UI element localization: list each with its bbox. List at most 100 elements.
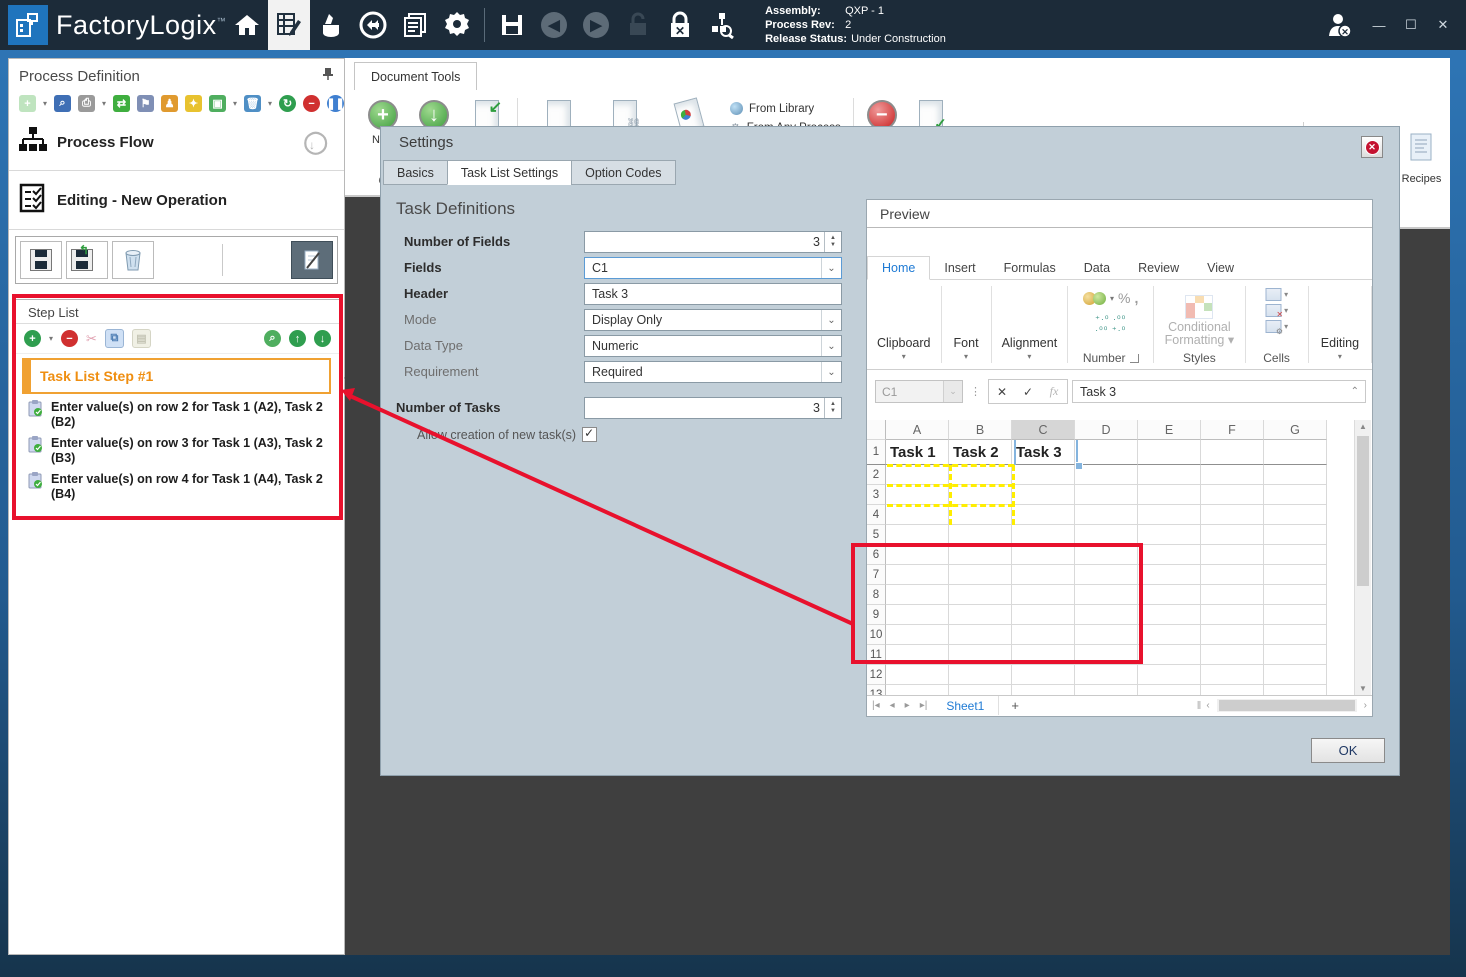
cell-G11[interactable] [1264, 645, 1327, 665]
pin-icon[interactable] [322, 67, 334, 85]
process-flow-label[interactable]: Process Flow [57, 134, 154, 151]
process-editor-icon[interactable] [268, 0, 311, 50]
tab-insert[interactable]: Insert [930, 257, 989, 279]
add-icon[interactable]: + [19, 95, 36, 112]
currency-dropdown-icon[interactable]: ▾ [1110, 294, 1114, 303]
row-header-10[interactable]: 10 [867, 625, 886, 645]
cell-A5[interactable] [886, 525, 949, 545]
cell-F7[interactable] [1201, 565, 1264, 585]
tab-formulas[interactable]: Formulas [990, 257, 1070, 279]
cell-G6[interactable] [1264, 545, 1327, 565]
cell-E6[interactable] [1138, 545, 1201, 565]
redo-icon[interactable]: ▶ [575, 0, 617, 50]
clipboard-group-button[interactable]: Clipboard ▾ [867, 280, 941, 369]
cell-E3[interactable] [1138, 485, 1201, 505]
cell-F6[interactable] [1201, 545, 1264, 565]
signpost-icon[interactable]: ⚑ [137, 95, 155, 112]
formula-bar-splitter[interactable]: ⋮ [967, 385, 984, 398]
cell-E1[interactable] [1138, 440, 1201, 465]
cell-E5[interactable] [1138, 525, 1201, 545]
number-of-fields-spinner[interactable]: 3 ▲ ▼ [584, 231, 842, 253]
row-header-8[interactable]: 8 [867, 585, 886, 605]
cancel-entry-icon[interactable]: ✕ [989, 385, 1015, 399]
column-header-D[interactable]: D [1075, 420, 1138, 440]
cell-D2[interactable] [1075, 465, 1138, 485]
chevron-down-icon[interactable]: ⌄ [821, 362, 841, 382]
cell-E4[interactable] [1138, 505, 1201, 525]
cell-D6[interactable] [1075, 545, 1138, 565]
column-header-G[interactable]: G [1264, 420, 1327, 440]
trash-dropdown-icon[interactable]: ▾ [268, 99, 272, 108]
spinner-arrows-icon[interactable]: ▲ ▼ [824, 232, 841, 252]
cell-E8[interactable] [1138, 585, 1201, 605]
spinner-arrows-icon[interactable]: ▲ ▼ [824, 398, 841, 418]
tab-home[interactable]: Home [867, 256, 931, 280]
cell-B8[interactable] [949, 585, 1012, 605]
cell-C1[interactable]: Task 3 [1012, 440, 1075, 465]
comma-icon[interactable]: , [1134, 290, 1138, 306]
scroll-down-icon[interactable]: ▼ [1355, 682, 1371, 696]
save-operation-button[interactable] [20, 241, 62, 279]
paste-icon[interactable]: ▤ [131, 329, 151, 348]
cell-E10[interactable] [1138, 625, 1201, 645]
cell-C10[interactable] [1012, 625, 1075, 645]
cell-E11[interactable] [1138, 645, 1201, 665]
cell-C12[interactable] [1012, 665, 1075, 685]
process-audit-icon[interactable] [701, 0, 743, 50]
cell-G3[interactable] [1264, 485, 1327, 505]
conditional-formatting-button[interactable]: Conditional Formatting ▾ Styles [1154, 280, 1244, 369]
insert-function-icon[interactable]: fx [1041, 384, 1067, 399]
maximize-button[interactable]: ☐ [1398, 12, 1424, 38]
row-header-12[interactable]: 12 [867, 665, 886, 685]
cell-E2[interactable] [1138, 465, 1201, 485]
cell-D11[interactable] [1075, 645, 1138, 665]
dialog-close-button[interactable]: ✕ [1361, 136, 1383, 158]
cell-G9[interactable] [1264, 605, 1327, 625]
requirement-combobox[interactable]: Required ⌄ [584, 361, 842, 383]
data-type-combobox[interactable]: Numeric ⌄ [584, 335, 842, 357]
fields-combobox[interactable]: C1 ⌄ [584, 257, 842, 279]
cell-B11[interactable] [949, 645, 1012, 665]
row-header-1[interactable]: 1 [867, 440, 886, 465]
documents-icon[interactable] [394, 0, 436, 50]
cell-F12[interactable] [1201, 665, 1264, 685]
row-header-5[interactable]: 5 [867, 525, 886, 545]
cell-B4[interactable] [949, 505, 1012, 525]
decimal-buttons-icon[interactable]: ⁺·⁰ ·⁰⁰ ·⁰⁰ ⁺·⁰ [1068, 314, 1153, 336]
cell-C8[interactable] [1012, 585, 1075, 605]
cell-A12[interactable] [886, 665, 949, 685]
cell-F3[interactable] [1201, 485, 1264, 505]
cell-C3[interactable] [1012, 485, 1075, 505]
cell-A4[interactable] [886, 505, 949, 525]
cell-B3[interactable] [949, 485, 1012, 505]
cell-D9[interactable] [1075, 605, 1138, 625]
print-icon[interactable]: ⎙ [78, 95, 96, 112]
insert-cells-icon[interactable]: ▾ [1265, 288, 1288, 301]
cell-A6[interactable] [886, 545, 949, 565]
pause-icon[interactable]: ❚❚ [326, 95, 345, 112]
collapse-circle-icon[interactable]: ◯↓ [303, 129, 334, 155]
cell-D5[interactable] [1075, 525, 1138, 545]
edit-notes-button[interactable] [291, 241, 333, 279]
cell-B5[interactable] [949, 525, 1012, 545]
copy-icon[interactable]: ⧉ [104, 329, 124, 348]
sheet-grid[interactable]: A B C D E F G 1 Task 1 Task 2 Task 3 2 3 4 5 6 7 8 9 10 11 12… [867, 420, 1372, 696]
cell-B12[interactable] [949, 665, 1012, 685]
add-sheet-button[interactable]: + [999, 698, 1031, 713]
row-header-2[interactable]: 2 [867, 465, 886, 485]
cell-G4[interactable] [1264, 505, 1327, 525]
delete-cells-icon[interactable]: ✕ ▾ [1265, 304, 1288, 319]
cell-C5[interactable] [1012, 525, 1075, 545]
step-item[interactable]: Enter value(s) on row 4 for Task 1 (A4),… [16, 468, 339, 504]
cell-F8[interactable] [1201, 585, 1264, 605]
cell-A2[interactable] [886, 465, 949, 485]
number-of-tasks-spinner[interactable]: 3 ▲ ▼ [584, 397, 842, 419]
cell-B7[interactable] [949, 565, 1012, 585]
cell-C4[interactable] [1012, 505, 1075, 525]
cell-F9[interactable] [1201, 605, 1264, 625]
ok-button[interactable]: OK [1311, 738, 1385, 763]
zoom-step-icon[interactable]: ⌕ [264, 330, 281, 347]
column-header-E[interactable]: E [1138, 420, 1201, 440]
import-operation-button[interactable]: ↰ [66, 241, 108, 279]
cell-C11[interactable] [1012, 645, 1075, 665]
